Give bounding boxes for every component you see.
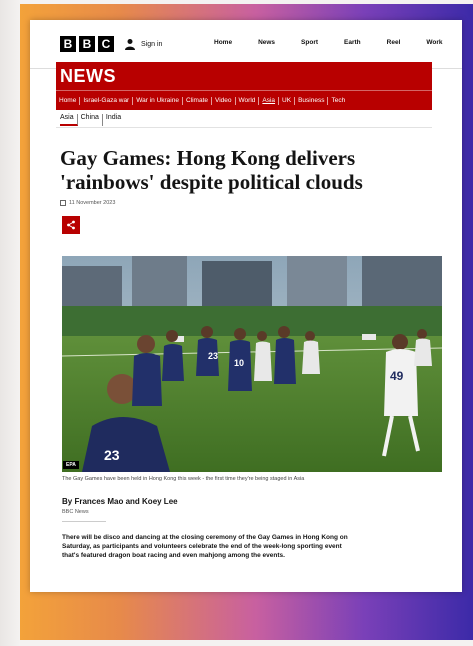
signin-link[interactable]: Sign in [124, 38, 162, 50]
top-nav-earth[interactable]: Earth [344, 39, 361, 46]
shirt-number: 10 [234, 358, 244, 368]
sub-nav-climate[interactable]: Climate [183, 97, 213, 105]
byline: By Frances Mao and Koey Lee [62, 497, 178, 506]
top-nav-home[interactable]: Home [214, 39, 232, 46]
top-nav-news[interactable]: News [258, 39, 275, 46]
shirt-number: 23 [208, 351, 218, 361]
logo-letter: B [60, 36, 76, 52]
sub-nav: Home Israel-Gaza war War in Ukraine Clim… [56, 90, 432, 111]
article-lead: There will be disco and dancing at the c… [62, 534, 348, 559]
sub-nav-asia[interactable]: Asia [259, 97, 280, 105]
article-headline: Gay Games: Hong Kong delivers 'rainbows'… [60, 146, 363, 194]
region-tab-asia[interactable]: Asia [60, 114, 78, 126]
sub-nav-uk[interactable]: UK [279, 97, 296, 105]
logo-letter: B [79, 36, 95, 52]
region-tabs: Asia China India [60, 114, 124, 126]
user-icon [125, 39, 135, 50]
bbc-logo[interactable]: B B C [60, 36, 114, 52]
image-credit: EPA [63, 461, 79, 469]
sub-nav-ukraine[interactable]: War in Ukraine [133, 97, 183, 105]
photo-caption: The Gay Games have been held in Hong Kon… [62, 476, 305, 482]
sub-nav-tech[interactable]: Tech [328, 97, 348, 105]
sub-nav-israel-gaza[interactable]: Israel-Gaza war [80, 97, 134, 105]
top-nav-work[interactable]: Work [426, 39, 442, 46]
article-photo: 23 23 10 49 [62, 256, 442, 472]
left-shadow [0, 0, 20, 646]
signin-label: Sign in [141, 40, 163, 48]
source: BBC News [62, 509, 89, 515]
top-nav-reel[interactable]: Reel [387, 39, 401, 46]
shirt-number: 49 [390, 369, 404, 383]
regions-divider [56, 127, 432, 128]
date-text: 11 November 2023 [69, 200, 116, 206]
sub-nav-video[interactable]: Video [212, 97, 236, 105]
top-nav: Home News Sport Earth Reel Work [214, 39, 462, 46]
calendar-icon [60, 200, 66, 206]
football-match-photo: 23 23 10 49 [62, 256, 442, 472]
share-button[interactable] [62, 216, 80, 234]
region-tab-china[interactable]: China [78, 114, 103, 126]
sub-nav-home[interactable]: Home [56, 97, 81, 105]
article-date: 11 November 2023 [60, 200, 115, 206]
byline-divider [62, 521, 106, 522]
news-section-title[interactable]: NEWS [60, 66, 116, 87]
top-nav-sport[interactable]: Sport [301, 39, 318, 46]
logo-letter: C [98, 36, 114, 52]
share-icon [67, 220, 75, 230]
shirt-number: 23 [104, 447, 120, 463]
region-tab-india[interactable]: India [103, 114, 124, 126]
sub-nav-world[interactable]: World [236, 97, 260, 105]
sub-nav-business[interactable]: Business [295, 97, 329, 105]
